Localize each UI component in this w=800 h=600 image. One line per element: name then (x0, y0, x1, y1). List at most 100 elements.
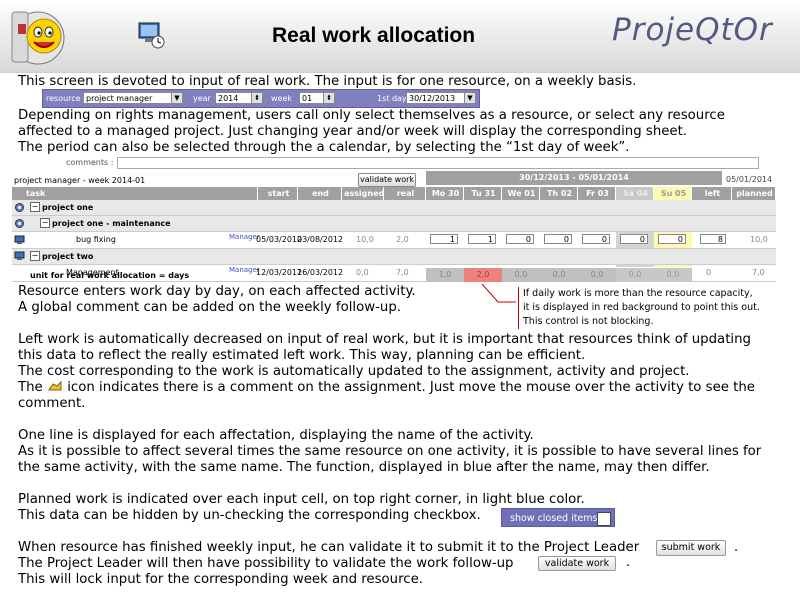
grid-validate-button[interactable]: validate work (358, 173, 416, 187)
left-work-text-1: Left work is automatically decreased on … (18, 332, 751, 347)
brand-logo: ProjeQtOr (612, 12, 773, 48)
col-day-we: We 01 (502, 187, 540, 200)
work-input-cell[interactable]: 0 (620, 234, 648, 244)
work-input-cell[interactable]: 1 (468, 234, 496, 244)
cost-text: The cost corresponding to the work is au… (18, 364, 690, 379)
planned-work-text: Planned work is indicated over each inpu… (18, 492, 585, 507)
day-total: 0,0 (616, 268, 654, 282)
activity-name: bug fixing (76, 235, 116, 244)
col-real: real (384, 187, 426, 200)
week-label: week (271, 94, 293, 103)
year-spinner[interactable]: 2014 ⬍ (215, 92, 263, 104)
calendar-text: The period can also be selected through … (18, 140, 630, 155)
project-name: project two (42, 252, 94, 261)
totals-row: unit for real work allocation = days 1,0… (12, 268, 776, 283)
resource-select[interactable]: project manager ▼ (83, 92, 183, 104)
project-row: − project two (12, 249, 776, 265)
col-task: task (12, 187, 258, 200)
validate-work-button[interactable]: validate work (538, 556, 616, 571)
chevron-down-icon: ▼ (464, 93, 475, 103)
project-row: − project one - maintenance (12, 216, 776, 232)
hide-planned-text: This data can be hidden by un-checking t… (18, 508, 481, 523)
day-total: 0,0 (540, 268, 578, 282)
left-work-input[interactable]: 8 (700, 234, 726, 244)
intro-text: This screen is devoted to input of real … (18, 74, 637, 89)
global-comment-text: A global comment can be added on the wee… (18, 300, 402, 315)
comments-input[interactable] (117, 157, 759, 169)
collapse-icon[interactable]: − (30, 202, 40, 212)
work-input-cell[interactable]: 0 (582, 234, 610, 244)
collapse-icon[interactable]: − (30, 251, 40, 261)
real-work-grid: comments : project manager - week 2014-0… (12, 157, 776, 283)
show-closed-checkbox[interactable] (597, 512, 611, 526)
activity-real: 2,0 (396, 235, 409, 244)
affectation-text-3: the same activity, with the same name. T… (18, 460, 710, 475)
note-line: If daily work is more than the resource … (523, 288, 753, 299)
submit-work-button[interactable]: submit work (656, 540, 726, 556)
validate-text-2: The Project Leader will then have possib… (18, 556, 514, 571)
col-planned: planned (732, 187, 776, 200)
show-closed-label: show closed items (510, 513, 598, 524)
comment-hand-icon (48, 380, 62, 391)
collapse-icon[interactable]: − (40, 218, 50, 228)
comment-text-end: comment. (18, 396, 86, 411)
work-input-cell[interactable]: 0 (658, 234, 686, 244)
punct-dot: . (626, 555, 631, 570)
col-assigned: assigned (342, 187, 385, 200)
firstday-date-field[interactable]: 30/12/2013 ▼ (406, 92, 476, 104)
project-name: project one (42, 203, 94, 212)
col-day-mo: Mo 30 (426, 187, 464, 200)
rights-text-2: affected to a managed project. Just chan… (18, 124, 688, 139)
col-left: left (692, 187, 732, 200)
day-total-over-capacity: 2,0 (464, 268, 502, 282)
week-spinner[interactable]: 01 ⬍ (299, 92, 335, 104)
project-row: − project one (12, 200, 776, 216)
note-line: This control is not blocking. (523, 316, 654, 327)
sheet-title: project manager - week 2014-01 (14, 176, 146, 185)
mascot-logo-icon (11, 11, 65, 65)
punct-dot: . (734, 540, 739, 555)
firstday-value: 30/12/2013 (409, 94, 456, 103)
gear-icon (15, 219, 24, 228)
chevron-down-icon: ▼ (171, 93, 182, 103)
work-input-cell[interactable]: 0 (544, 234, 572, 244)
computer-clock-icon[interactable] (136, 20, 166, 50)
activity-assigned: 10,0 (356, 235, 374, 244)
activity-start: 05/03/2012 (256, 235, 303, 244)
day-total: 0,0 (578, 268, 616, 282)
validate-text-1: When resource has finished weekly input,… (18, 540, 640, 555)
comments-label: comments : (66, 158, 114, 167)
spinner-arrows-icon: ⬍ (323, 93, 334, 103)
col-day-tu: Tu 31 (464, 187, 502, 200)
comment-text-post: icon indicates there is a comment on the… (67, 380, 755, 395)
activity-planned: 10,0 (750, 235, 768, 244)
comment-icon-text: The icon indicates there is a comment on… (18, 380, 755, 396)
col-start: start (258, 187, 298, 200)
monitor-icon (14, 251, 25, 260)
activity-end: 03/08/2012 (297, 235, 344, 244)
spinner-arrows-icon: ⬍ (251, 93, 262, 103)
firstday-label: 1st day (377, 94, 407, 103)
work-input-cell[interactable]: 0 (506, 234, 534, 244)
col-day-th: Th 02 (540, 187, 578, 200)
resource-label: resource (46, 94, 81, 103)
show-closed-items-toggle[interactable]: show closed items (501, 508, 615, 527)
activity-row: bug fixing Manager 05/03/2012 03/08/2012… (12, 232, 776, 249)
lock-text: This will lock input for the correspondi… (18, 572, 423, 587)
year-label: year (193, 94, 211, 103)
rights-text-1: Depending on rights management, users ca… (18, 108, 725, 123)
col-day-su: Su 05 (654, 187, 692, 200)
left-work-text-2: this data to reflect the really estimate… (18, 348, 586, 363)
day-total: 1,0 (426, 268, 464, 282)
day-total: 0,0 (502, 268, 540, 282)
monitor-icon (14, 235, 25, 244)
work-input-cell[interactable]: 1 (430, 234, 458, 244)
year-value: 2014 (218, 94, 239, 103)
capacity-note: If daily work is more than the resource … (518, 287, 785, 329)
affectation-text-2: As it is possible to affect several time… (18, 444, 762, 459)
selection-bar: resource project manager ▼ year 2014 ⬍ w… (42, 89, 480, 108)
col-day-fr: Fr 03 (578, 187, 616, 200)
page-title: Real work allocation (272, 24, 476, 47)
subproject-name: project one - maintenance (52, 219, 171, 228)
week-value: 01 (302, 94, 313, 103)
